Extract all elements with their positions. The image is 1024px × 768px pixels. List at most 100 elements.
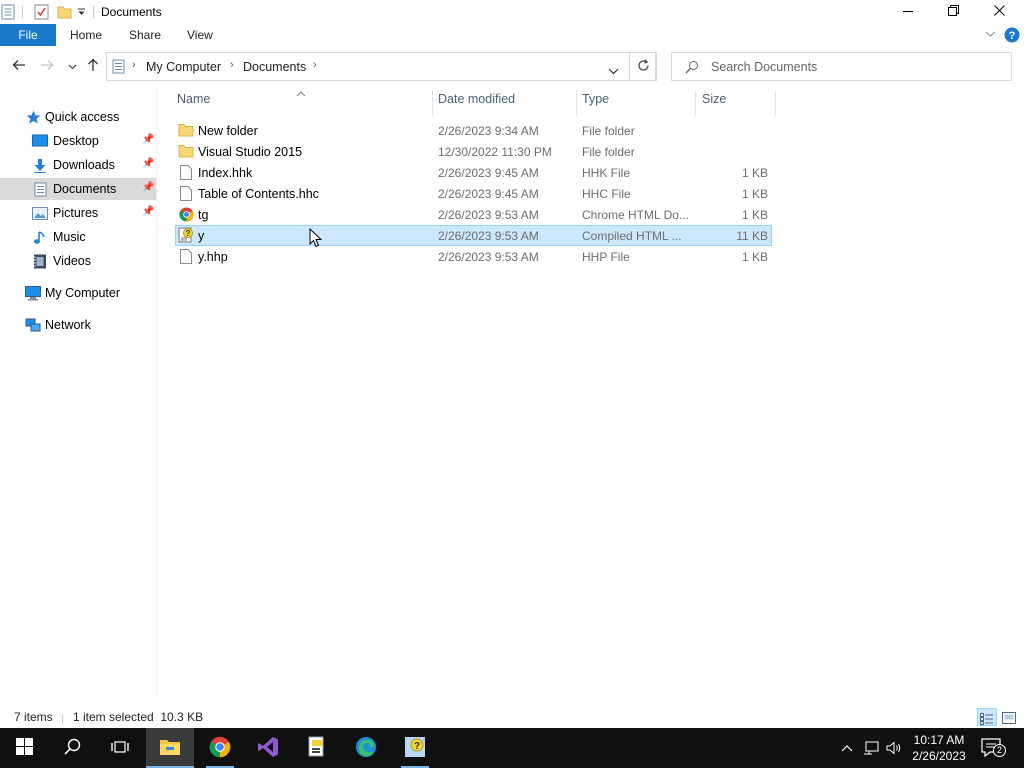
sidebar-item-label: Desktop: [53, 134, 99, 148]
help-icon[interactable]: ?: [1004, 27, 1020, 46]
sidebar-item-desktop[interactable]: Desktop 📌: [0, 130, 156, 152]
tab-home[interactable]: Home: [70, 28, 102, 42]
file-row-index-hhk[interactable]: Index.hhk 2/26/2023 9:45 AM HHK File 1 K…: [175, 162, 772, 183]
pin-icon[interactable]: 📌: [142, 158, 154, 169]
back-arrow-icon: [12, 59, 26, 74]
column-divider[interactable]: [576, 90, 577, 116]
breadcrumb-separator[interactable]: ›: [313, 59, 317, 71]
file-row-new-folder[interactable]: New folder 2/26/2023 9:34 AM File folder: [175, 120, 772, 141]
pane-splitter[interactable]: [156, 88, 157, 698]
taskbar-file-explorer[interactable]: [146, 728, 194, 768]
new-folder-icon[interactable]: [55, 3, 73, 21]
desktop-icon: [32, 133, 48, 149]
file-row-tg[interactable]: tg 2/26/2023 9:53 AM Chrome HTML Do... 1…: [175, 204, 772, 225]
taskbar-edge[interactable]: [342, 728, 390, 768]
svg-text:?: ?: [1009, 30, 1016, 42]
volume-icon[interactable]: [886, 740, 902, 756]
file-row-table-of-contents-hhc[interactable]: Table of Contents.hhc 2/26/2023 9:45 AM …: [175, 183, 772, 204]
address-dropdown-icon[interactable]: [608, 64, 619, 78]
large-icons-view-button[interactable]: [999, 708, 1019, 726]
file-date-modified: 2/26/2023 9:53 AM: [438, 208, 539, 222]
chrome-icon: [178, 206, 194, 222]
sidebar-item-downloads[interactable]: Downloads 📌: [0, 154, 156, 176]
sidebar-item-network[interactable]: Network: [0, 314, 156, 336]
properties-icon[interactable]: [32, 3, 50, 21]
column-divider[interactable]: [695, 90, 696, 116]
address-bar[interactable]: › My Computer › Documents ›: [106, 52, 656, 81]
download-icon: [32, 157, 48, 173]
sidebar-item-music[interactable]: Music: [0, 226, 156, 248]
sidebar-item-videos[interactable]: Videos: [0, 250, 156, 272]
file-icon: [178, 185, 194, 201]
file-icon: [178, 248, 194, 264]
sidebar-item-quick-access[interactable]: Quick access: [0, 106, 156, 128]
tab-view[interactable]: View: [187, 28, 213, 42]
file-name: tg: [198, 208, 209, 222]
details-view-button[interactable]: [977, 708, 997, 726]
sidebar-item-label: Videos: [53, 254, 91, 268]
sidebar-item-my-computer[interactable]: My Computer: [0, 282, 156, 304]
restore-button[interactable]: [930, 0, 976, 24]
pin-icon[interactable]: 📌: [142, 206, 154, 217]
file-row-y[interactable]: ? y 2/26/2023 9:53 AM Compiled HTML ... …: [175, 225, 772, 246]
breadcrumb-separator[interactable]: ›: [230, 59, 234, 71]
action-center-button[interactable]: 2: [980, 736, 1006, 763]
taskbar-chm-viewer[interactable]: ?: [391, 728, 439, 768]
show-hidden-icons-icon[interactable]: [839, 740, 855, 756]
column-header-date-modified[interactable]: Date modified: [438, 92, 568, 112]
forward-button[interactable]: [38, 57, 56, 75]
task-view-button[interactable]: [96, 728, 144, 768]
network-status-icon[interactable]: [863, 740, 879, 756]
taskbar-chrome[interactable]: [196, 728, 244, 768]
item-count: 7 items: [14, 710, 53, 724]
file-date-modified: 2/26/2023 9:53 AM: [438, 250, 539, 264]
up-button[interactable]: [84, 57, 102, 75]
refresh-button[interactable]: [629, 52, 657, 81]
clock-time: 10:17 AM: [913, 733, 965, 747]
expand-ribbon-icon[interactable]: [985, 27, 996, 41]
taskbar-visual-studio[interactable]: [244, 728, 292, 768]
taskbar-clock[interactable]: 10:17 AM 2/26/2023: [906, 732, 972, 764]
column-header-type[interactable]: Type: [582, 92, 692, 112]
search-taskbar-button[interactable]: [48, 728, 96, 768]
file-row-y-hhp[interactable]: y.hhp 2/26/2023 9:53 AM HHP File 1 KB: [175, 246, 772, 267]
column-header-name[interactable]: Name: [177, 92, 427, 112]
column-divider[interactable]: [775, 90, 776, 116]
pin-icon[interactable]: 📌: [142, 182, 154, 193]
search-input[interactable]: Search Documents: [671, 52, 1012, 81]
customize-quick-access-icon[interactable]: [75, 3, 87, 21]
windows-logo-icon: [15, 738, 33, 758]
file-size: 11 KB: [736, 229, 768, 243]
mouse-cursor-icon: [309, 227, 323, 251]
tab-file[interactable]: File: [0, 24, 56, 46]
file-date-modified: 12/30/2022 11:30 PM: [438, 145, 552, 159]
back-button[interactable]: [10, 57, 28, 75]
minimize-button[interactable]: [885, 0, 931, 24]
column-divider[interactable]: [432, 90, 433, 116]
sidebar-item-label: Quick access: [45, 110, 120, 124]
breadcrumb-separator[interactable]: ›: [132, 59, 136, 71]
sidebar-item-pictures[interactable]: Pictures 📌: [0, 202, 156, 224]
tab-share[interactable]: Share: [129, 28, 161, 42]
breadcrumb-my-computer[interactable]: My Computer: [146, 60, 221, 74]
file-date-modified: 2/26/2023 9:34 AM: [438, 124, 539, 138]
sidebar-item-documents[interactable]: Documents 📌: [0, 178, 156, 200]
column-header-size[interactable]: Size: [702, 92, 772, 112]
start-button[interactable]: [0, 728, 48, 768]
file-type: HHP File: [582, 250, 630, 264]
minimize-icon: [903, 5, 913, 19]
file-type: File folder: [582, 145, 635, 159]
close-button[interactable]: [976, 0, 1022, 24]
clock-date: 2/26/2023: [912, 749, 966, 763]
taskbar-html-help-workshop[interactable]: [293, 728, 341, 768]
folder-icon: [178, 122, 194, 138]
breadcrumb-documents[interactable]: Documents: [243, 60, 306, 74]
svg-text:?: ?: [414, 741, 420, 752]
recent-locations-button[interactable]: [63, 57, 81, 75]
file-row-visual-studio-2015[interactable]: Visual Studio 2015 12/30/2022 11:30 PM F…: [175, 141, 772, 162]
documents-location-icon: [112, 59, 125, 77]
explorer-menu-icon[interactable]: [0, 3, 16, 21]
file-size: 1 KB: [741, 166, 768, 180]
pin-icon[interactable]: 📌: [142, 134, 154, 145]
ribbon-tabs: File Home Share View ?: [0, 24, 1024, 46]
